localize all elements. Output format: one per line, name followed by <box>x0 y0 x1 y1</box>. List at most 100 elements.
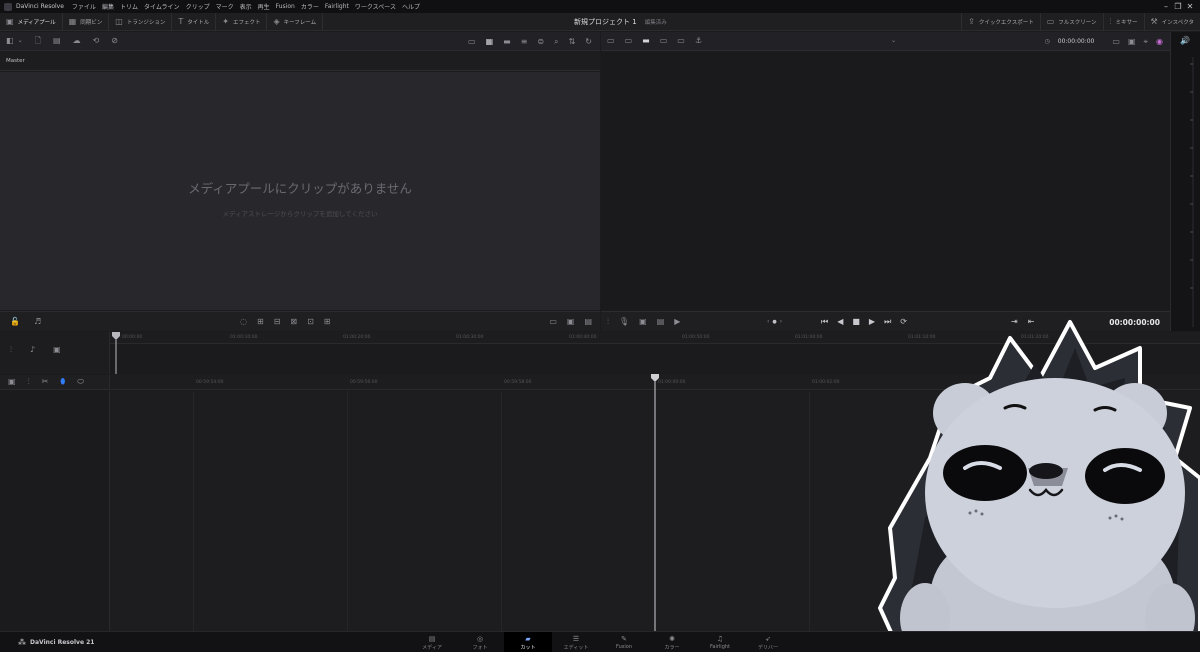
sync-icon[interactable]: ⟲ <box>93 37 100 45</box>
clip-size-small-icon[interactable]: ▭ <box>549 318 557 326</box>
tab-color[interactable]: ✺ カラー <box>648 632 696 652</box>
menu-timeline[interactable]: タイムライン <box>144 2 180 11</box>
title-button[interactable]: T タイトル <box>172 12 217 31</box>
track-video-icon[interactable]: ▣ <box>53 346 61 354</box>
import-media-icon[interactable]: 🗋 <box>35 37 41 45</box>
speaker-icon[interactable]: 🔊 <box>1180 37 1190 45</box>
menu-fusion[interactable]: Fusion <box>276 3 295 10</box>
menu-trim[interactable]: トリム <box>120 2 138 11</box>
voiceover-icon[interactable]: 🎙 <box>619 317 629 326</box>
menu-playback[interactable]: 再生 <box>258 2 270 11</box>
clip-overlay-icon[interactable]: ▣ <box>639 317 647 326</box>
anchor-icon[interactable]: ⚓ <box>695 37 702 45</box>
mixer-button[interactable]: ⫶ ミキサー <box>1104 13 1145 31</box>
split-view-icon[interactable]: ▭ <box>660 37 668 45</box>
media-pool-button[interactable]: ▣ メディアプール <box>0 12 63 31</box>
playback-options-icon[interactable]: ▣ <box>1128 37 1136 46</box>
marker-icon[interactable]: ⬮ <box>60 378 65 386</box>
tab-photo[interactable]: ◎ フォト <box>456 632 504 652</box>
quick-export-button[interactable]: ⇪ クイックエクスポート <box>961 13 1041 31</box>
filter-icon[interactable]: ⊜ <box>537 37 544 46</box>
thumbnail-view-icon[interactable]: ▦ <box>486 37 494 46</box>
upper-ruler-label: 01:00:20:00 <box>343 335 371 340</box>
safe-area-icon[interactable]: ▭ <box>1112 37 1120 46</box>
tab-fairlight[interactable]: ♫ Fairlight <box>696 632 744 652</box>
jog-left-icon[interactable]: ‹ <box>767 318 769 326</box>
menu-workspace[interactable]: ワークスペース <box>355 2 396 11</box>
menu-view[interactable]: 表示 <box>240 2 252 11</box>
transition-button[interactable]: ◫ トランジション <box>109 12 173 31</box>
import-folder-icon[interactable]: ▤ <box>53 37 61 45</box>
metadata-view-icon[interactable]: ▭ <box>468 37 476 46</box>
main-playhead[interactable] <box>649 374 661 632</box>
media-pool-icon: ▣ <box>6 16 14 26</box>
lock-icon[interactable]: 🔓 <box>10 317 20 326</box>
audio-sync-icon[interactable]: ♬ <box>34 317 41 326</box>
close-up-icon[interactable]: ⊠ <box>290 318 297 326</box>
fullscreen-button[interactable]: ▭ フルスクリーン <box>1041 13 1104 31</box>
tab-edit[interactable]: ☰ エディット <box>552 632 600 652</box>
menu-help[interactable]: ヘルプ <box>402 2 420 11</box>
tab-cut[interactable]: ▰ カット <box>504 632 552 652</box>
stop-icon[interactable]: ■ <box>852 318 860 326</box>
clip-size-large-icon[interactable]: ▤ <box>584 318 592 326</box>
smart-insert-icon[interactable]: ◌ <box>240 318 247 326</box>
menu-file[interactable]: ファイル <box>72 2 96 11</box>
color-wheel-icon[interactable]: ◉ <box>1156 37 1163 46</box>
restore-icon[interactable]: ❐ <box>1172 2 1184 11</box>
track-settings-icon[interactable]: ⫶ <box>10 346 12 354</box>
chevron-down-icon[interactable]: ⌄ <box>18 37 23 45</box>
menu-edit[interactable]: 編集 <box>102 2 114 11</box>
source-tape-icon[interactable]: ▭ <box>625 37 633 45</box>
zoom-icon[interactable]: ⬭ <box>77 378 84 386</box>
refresh-icon[interactable]: ↻ <box>585 37 592 46</box>
transform-icon[interactable]: ⌖ <box>1144 37 1149 46</box>
trim-view-icon[interactable]: ▤ <box>657 317 665 326</box>
sync-bin-button[interactable]: ▦ 同期ビン <box>63 12 110 31</box>
track-audio-icon[interactable]: ♪ <box>30 346 35 354</box>
tab-deliver[interactable]: ➶ デリバー <box>744 632 792 652</box>
inspector-button[interactable]: ⚒ インスペクタ <box>1145 13 1200 31</box>
sidebar-toggle-icon[interactable]: ◧ <box>6 37 14 45</box>
viewer-mode-icon[interactable]: ▭ <box>607 37 615 45</box>
unlink-icon[interactable]: ⊘ <box>111 37 118 45</box>
clip-size-medium-icon[interactable]: ▣ <box>567 318 575 326</box>
filmstrip-view-icon[interactable]: ▬ <box>503 37 511 46</box>
menu-clip[interactable]: クリップ <box>186 2 210 11</box>
timeline-view-options-icon[interactable]: ▣ <box>8 378 16 386</box>
keyframe-button[interactable]: ◈ キーフレーム <box>267 12 324 31</box>
menu-mark[interactable]: マーク <box>216 2 234 11</box>
audio-track-icon[interactable]: ⫶ <box>607 317 609 326</box>
upper-playhead[interactable] <box>110 332 122 376</box>
viewer-screen[interactable] <box>601 52 1170 310</box>
tab-fusion[interactable]: ✎ Fusion <box>600 632 648 652</box>
jog-right-icon[interactable]: › <box>780 318 782 326</box>
source-overwrite-icon[interactable]: ⊞ <box>324 318 331 326</box>
menu-fairlight[interactable]: Fairlight <box>325 3 349 10</box>
list-view-icon[interactable]: ≡ <box>521 37 528 46</box>
play-reverse-icon[interactable]: ◀ <box>837 318 843 326</box>
bin-name[interactable]: Master <box>0 58 25 64</box>
scissors-icon[interactable]: ✂ <box>42 378 49 386</box>
split-clip-icon[interactable]: ⫶ <box>28 378 30 386</box>
project-title-group: 新規プロジェクト 1 編集済み <box>574 13 667 31</box>
ripple-overwrite-icon[interactable]: ⊟ <box>274 318 281 326</box>
place-on-top-icon[interactable]: ⊡ <box>307 318 314 326</box>
jog-control[interactable]: ‹ ● › <box>767 312 782 332</box>
play-to-end-icon[interactable]: ▶ <box>674 317 680 326</box>
sort-icon[interactable]: ⇅ <box>569 37 576 46</box>
dual-view-icon[interactable]: ▭ <box>677 37 685 45</box>
audio-meter-panel: 🔊 <box>1170 32 1200 331</box>
timeline-view-icon[interactable]: ▬ <box>642 37 650 45</box>
viewer-options-chevron-icon[interactable]: ⌄ <box>891 37 896 45</box>
tab-media[interactable]: ▤ メディア <box>408 632 456 652</box>
append-icon[interactable]: ⊞ <box>257 318 264 326</box>
effects-button[interactable]: ✦ エフェクト <box>216 12 268 31</box>
close-icon[interactable]: ✕ <box>1184 2 1196 11</box>
viewer-timecode-top[interactable]: 00:00:00:00 <box>1058 38 1095 45</box>
menu-color[interactable]: カラー <box>301 2 319 11</box>
minimize-icon[interactable]: – <box>1160 2 1172 11</box>
go-to-start-icon[interactable]: ⏮ <box>821 318 828 326</box>
search-icon[interactable]: ⌕ <box>554 37 558 46</box>
cloud-icon[interactable]: ☁ <box>73 37 81 45</box>
